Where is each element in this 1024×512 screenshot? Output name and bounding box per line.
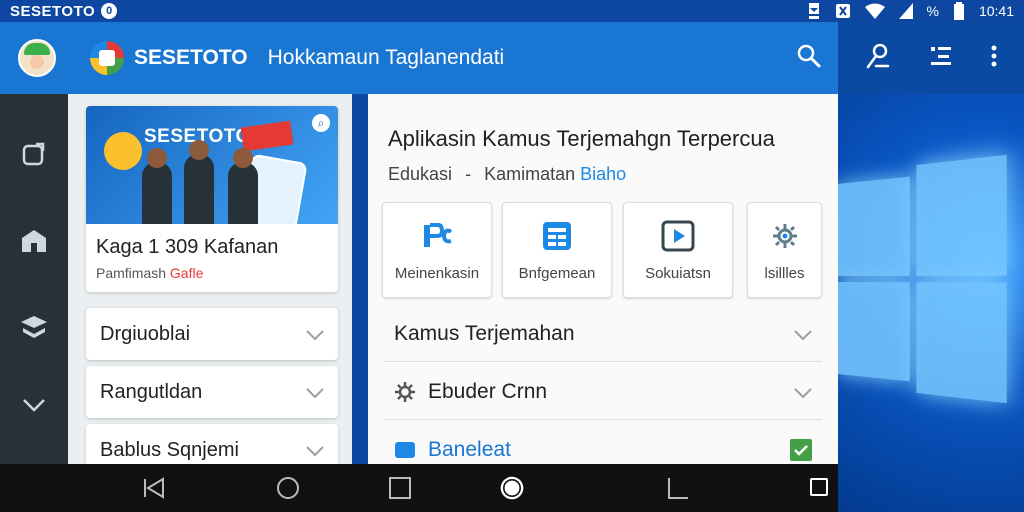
accordion-label: Bablus Sqnjemi <box>100 438 239 461</box>
list-row[interactable]: Ebuder Crnn <box>384 364 822 420</box>
camera-button-icon[interactable] <box>500 476 524 500</box>
signal-icon <box>898 3 913 19</box>
meta-category: Edukasi <box>388 164 453 184</box>
grid-icon <box>540 219 574 253</box>
status-app-title: SESETOTO <box>10 2 96 20</box>
app-detail-title: Aplikasin Kamus Terjemahgn Terpercua <box>388 126 775 151</box>
chevron-down-icon <box>794 322 812 346</box>
left-column: SESETOTO ⌕ Kaga 1 309 Kafanan Pamfimash … <box>68 94 352 476</box>
quick-action-label: Meinenkasin <box>394 264 480 282</box>
quick-action-button[interactable]: Sokuiatsn <box>623 202 733 298</box>
nfc-icon <box>835 3 851 19</box>
quick-action-label: lsillles <box>764 264 805 282</box>
accordion-label: Rangutldan <box>100 380 203 403</box>
check-icon[interactable] <box>790 439 812 461</box>
window-actions <box>838 22 1024 94</box>
home-icon[interactable] <box>276 476 300 500</box>
status-time: 10:41 <box>978 3 1014 19</box>
main-panel: Aplikasin Kamus Terjemahgn Terpercua Edu… <box>368 94 838 464</box>
accordion-label: Drgiuoblai <box>100 322 191 345</box>
translate-icon <box>420 219 454 253</box>
desktop-wallpaper <box>838 94 1024 512</box>
promo-subtitle: Pamfimash Gafle <box>96 265 204 281</box>
chevron-down-icon <box>306 381 324 404</box>
accordion-item[interactable]: Rangutldan <box>86 366 338 418</box>
accordion-item[interactable]: Drgiuoblai <box>86 308 338 360</box>
chevron-down-icon[interactable] <box>22 398 46 417</box>
download-icon <box>807 3 821 19</box>
search-icon[interactable] <box>796 43 822 74</box>
list-row[interactable]: Kamus Terjemahan <box>384 306 822 362</box>
quick-action-label: Bnfgemean <box>518 264 596 282</box>
battery-percent: % <box>926 3 939 19</box>
meta-link[interactable]: Biaho <box>580 164 626 184</box>
folder-icon <box>394 441 416 459</box>
promo-banner-image: SESETOTO ⌕ <box>86 106 338 224</box>
page-title: Hokkamaun Taglanendati <box>267 46 505 69</box>
windows-logo-icon <box>838 154 1007 404</box>
recents-icon[interactable] <box>388 476 412 500</box>
settings-gear-icon <box>394 381 416 403</box>
app-meta: Edukasi - Kamimatan Biaho <box>388 164 627 184</box>
app-bar: SESETOTO Hokkamaun Taglanendati <box>0 22 838 94</box>
chevron-down-icon <box>306 323 324 346</box>
menu-list-icon[interactable] <box>929 44 953 73</box>
show-desktop-icon[interactable] <box>810 478 828 496</box>
list-row-label: Baneleat <box>428 438 511 461</box>
more-vert-icon[interactable] <box>990 44 998 73</box>
quick-action-button[interactable]: lsillles <box>747 202 822 298</box>
list-row-label: Kamus Terjemahan <box>394 321 575 345</box>
coin-icon <box>104 132 142 170</box>
wifi-icon <box>864 3 885 19</box>
meta-label: Kamimatan <box>484 164 576 184</box>
status-icons: % 10:41 <box>807 2 1014 20</box>
battery-icon <box>953 2 965 20</box>
nav-rail <box>0 94 68 464</box>
promo-card[interactable]: SESETOTO ⌕ Kaga 1 309 Kafanan Pamfimash … <box>86 106 338 292</box>
gear-icon <box>768 219 802 253</box>
promo-title: Kaga 1 309 Kafanan <box>96 236 279 258</box>
system-nav-bar <box>0 464 838 512</box>
corner-icon[interactable] <box>666 476 690 500</box>
app-logo-icon <box>90 41 124 75</box>
chevron-down-icon <box>794 380 812 404</box>
quick-action-button[interactable]: Bnfgemean <box>502 202 612 298</box>
back-icon[interactable] <box>142 476 166 500</box>
account-icon[interactable] <box>864 42 892 75</box>
quick-actions: Meinenkasin Bnfgemean Sokuiatsn lsillles <box>382 202 824 298</box>
store-icon[interactable] <box>20 228 48 259</box>
library-icon[interactable] <box>19 314 49 343</box>
new-note-icon[interactable] <box>21 142 47 173</box>
app-brand: SESETOTO <box>134 46 248 69</box>
status-badge: 0 <box>101 3 118 19</box>
quick-action-label: Sokuiatsn <box>645 264 711 282</box>
status-bar: SESETOTO 0 % 10:41 <box>0 0 1024 22</box>
avatar[interactable] <box>18 39 56 77</box>
zoom-icon[interactable]: ⌕ <box>312 114 330 132</box>
play-icon <box>661 219 695 253</box>
chevron-down-icon <box>306 439 324 462</box>
quick-action-button[interactable]: Meinenkasin <box>382 202 492 298</box>
list-row-label: Ebuder Crnn <box>428 379 548 403</box>
panel-divider <box>352 94 368 464</box>
